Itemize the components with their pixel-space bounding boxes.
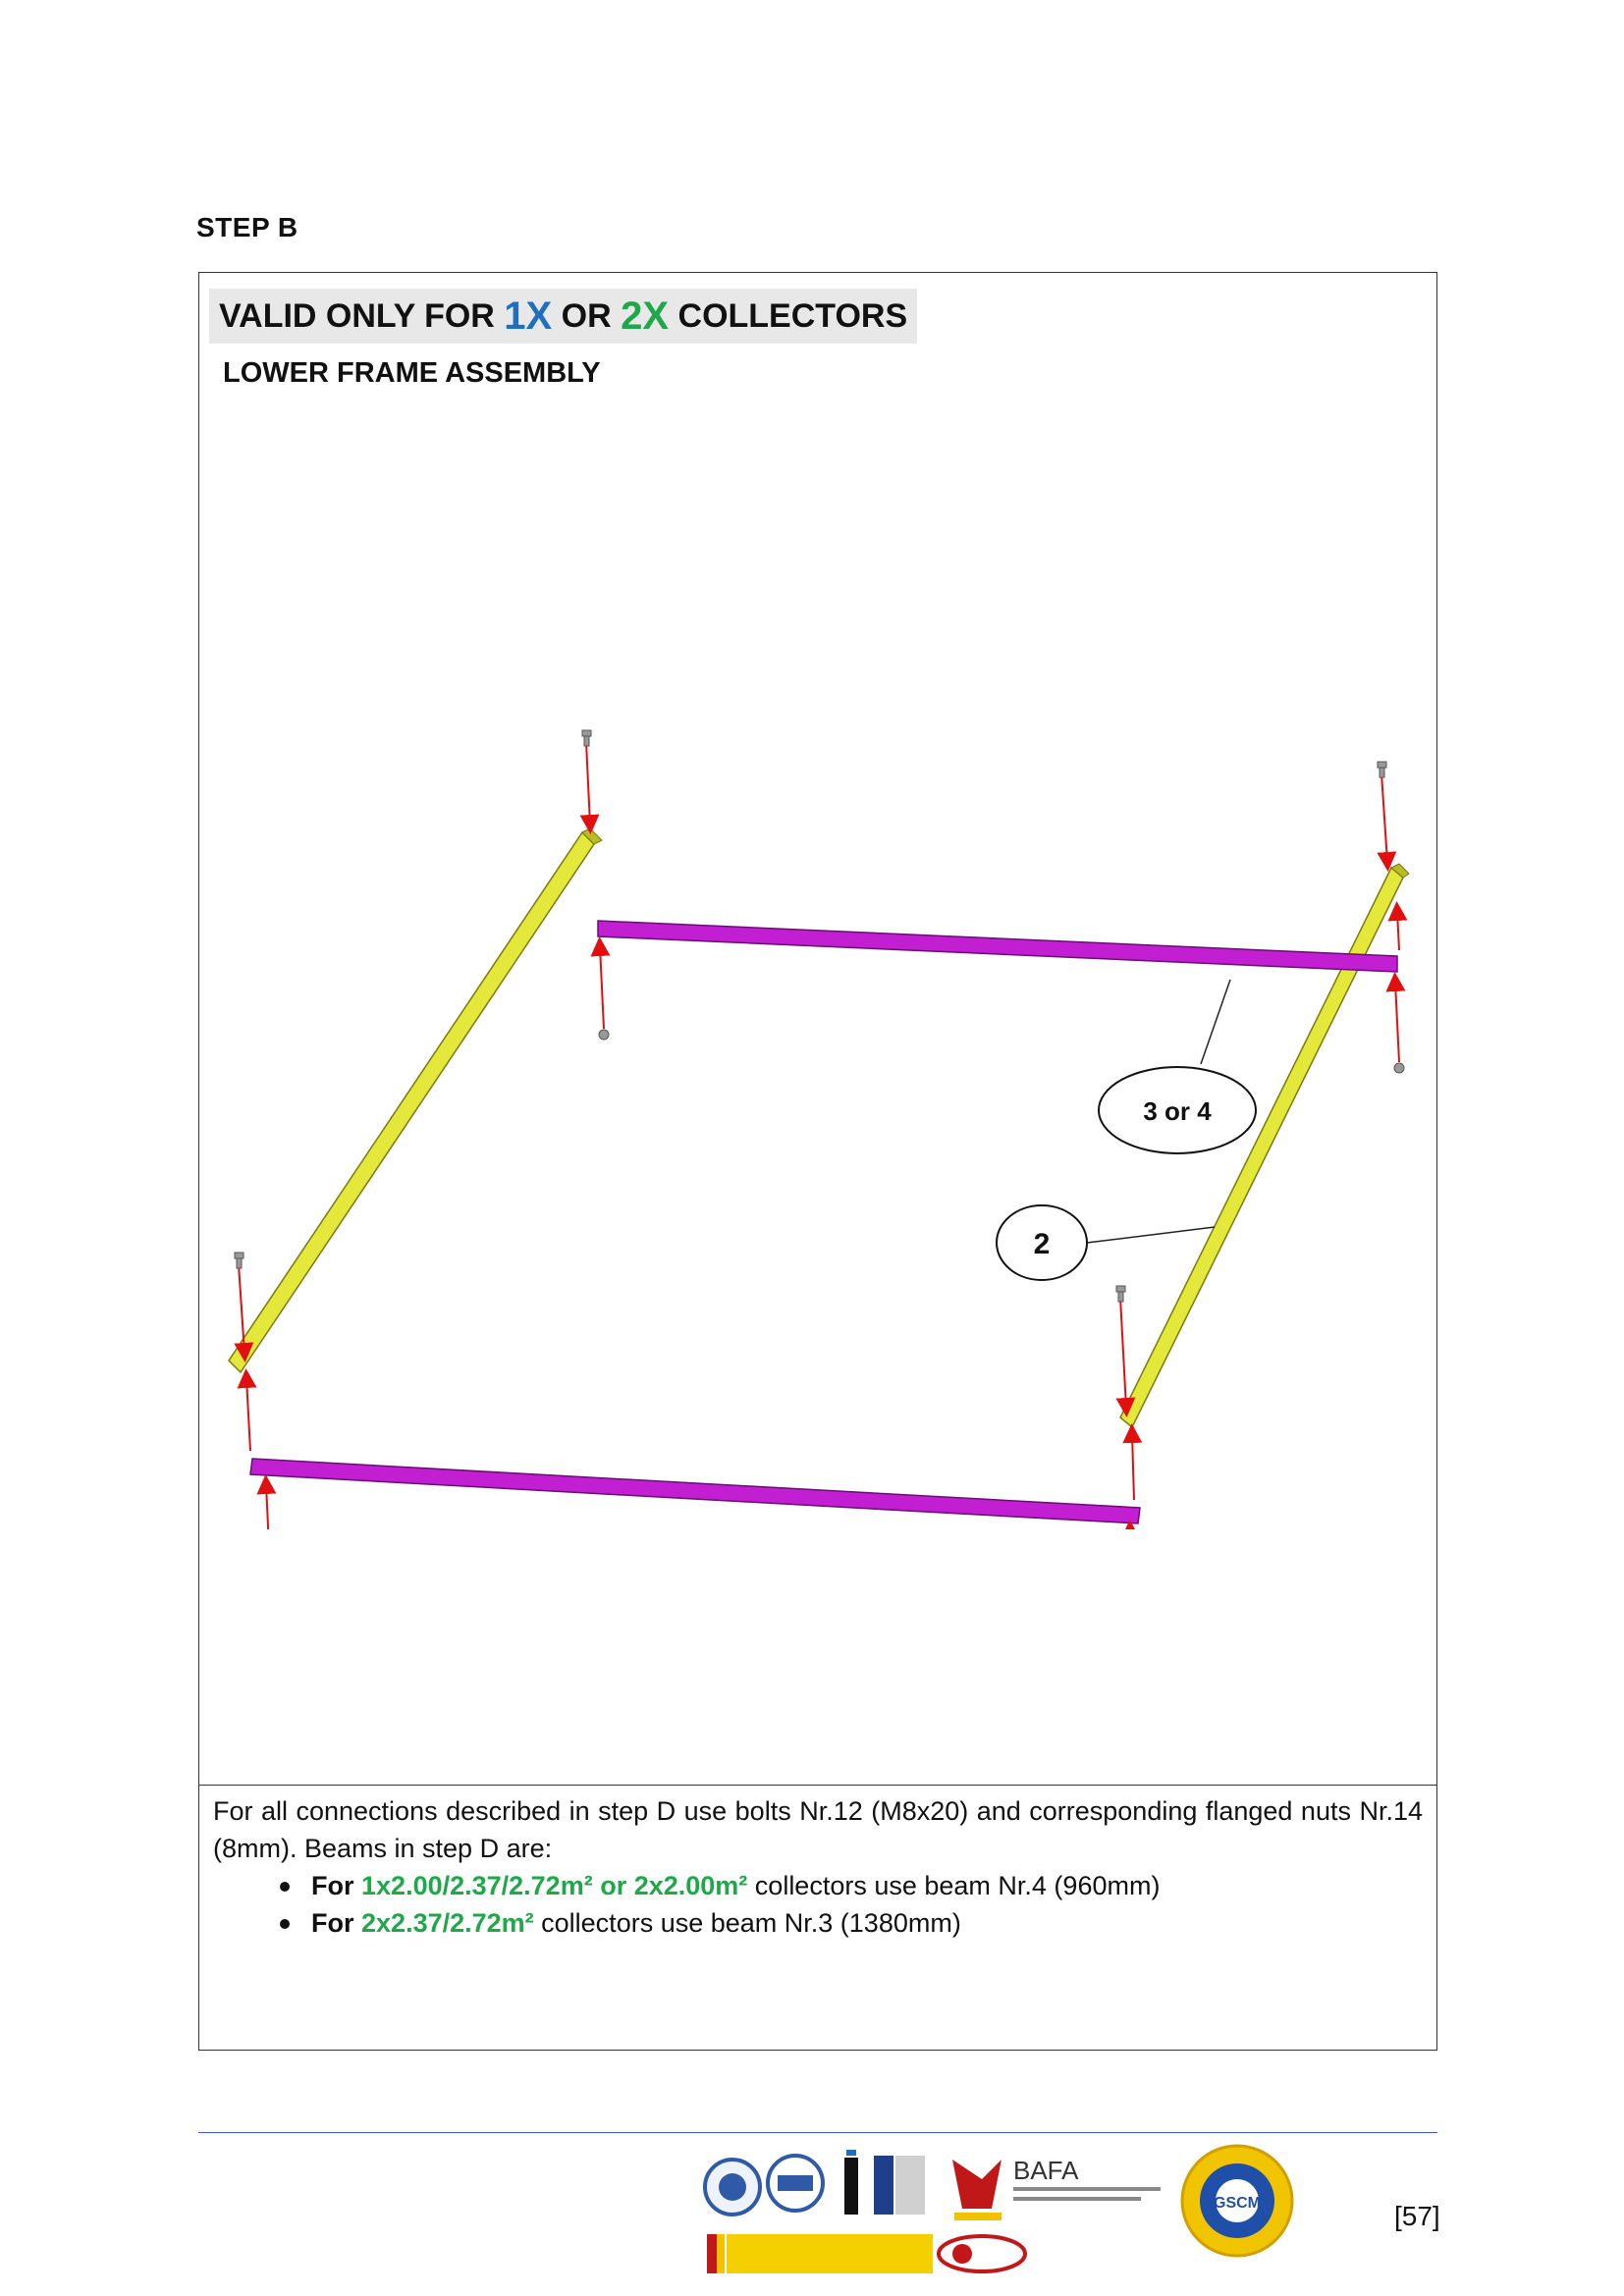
beam-list: For 1x2.00/2.37/2.72m² or 2x2.00m² colle… [213, 1867, 1423, 1942]
text-divider [199, 1785, 1436, 1786]
bafa-logo-text: BAFA [1013, 2156, 1079, 2185]
banner-suffix: COLLECTORS [669, 296, 908, 335]
partner-logo-icon [937, 2234, 1027, 2273]
certification-seal-icon [766, 2154, 825, 2213]
instruction-text: For all connections described in step D … [213, 1792, 1423, 1942]
banner-mid: OR [552, 296, 622, 335]
list-item: For 2x2.37/2.72m² collectors use beam Nr… [213, 1904, 1423, 1942]
callout-beam-cross-label: 3 or 4 [1143, 1096, 1212, 1126]
cross-beam-upper [597, 920, 1398, 973]
instruction-paragraph: For all connections described in step D … [213, 1796, 1423, 1863]
banner-prefix: VALID ONLY FOR [219, 296, 505, 335]
assembly-diagram: 3 or 4 2 [228, 729, 1410, 1529]
list-item: For 1x2.00/2.37/2.72m² or 2x2.00m² colle… [213, 1867, 1423, 1904]
list-item-rest: collectors use beam Nr.4 (960mm) [747, 1871, 1161, 1900]
spain-government-logo-icon [707, 2234, 933, 2273]
cross-beam-lower [249, 1458, 1141, 1524]
certification-logos: BAFA GSCM [703, 2144, 1294, 2273]
institute-seal-icon [874, 2156, 925, 2215]
energy-label-icon [844, 2150, 858, 2215]
callout-beam-side: 2 [996, 1204, 1216, 1281]
german-eagle-icon [952, 2160, 1001, 2220]
banner-option-2x: 2X [621, 294, 670, 338]
list-item-for: For [311, 1871, 354, 1900]
certification-seal-icon [703, 2158, 762, 2216]
step-title: STEP B [196, 212, 298, 242]
section-subtitle: LOWER FRAME ASSEMBLY [223, 357, 601, 389]
list-item-rest: collectors use beam Nr.3 (1380mm) [533, 1908, 961, 1938]
gscm-seal-icon: GSCM [1180, 2144, 1294, 2258]
instruction-frame: VALID ONLY FOR 1X OR 2X COLLECTORS LOWER… [198, 272, 1437, 2051]
list-item-spec: 1x2.00/2.37/2.72m² or 2x2.00m² [361, 1871, 748, 1900]
list-item-spec: 2x2.37/2.72m² [361, 1908, 534, 1938]
page-number: [57] [1394, 2201, 1440, 2231]
callout-beam-side-label: 2 [1034, 1228, 1051, 1260]
banner-option-1x: 1X [504, 294, 553, 338]
side-beam-left [228, 828, 603, 1374]
validity-banner: VALID ONLY FOR 1X OR 2X COLLECTORS [209, 289, 918, 344]
gscm-logo-text: GSCM [1214, 2195, 1261, 2212]
callout-beam-cross: 3 or 4 [1098, 979, 1257, 1154]
footer-rule [198, 2132, 1437, 2133]
list-item-for: For [311, 1908, 354, 1938]
